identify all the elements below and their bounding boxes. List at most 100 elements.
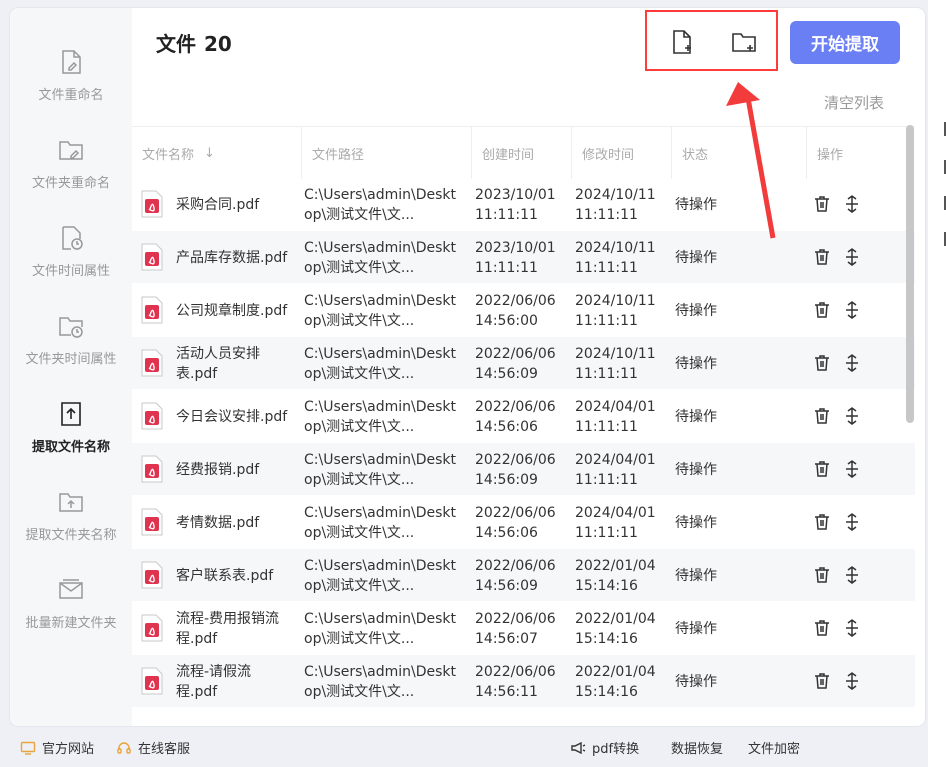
file-clock-icon bbox=[62, 226, 83, 250]
created-time-cell: 2022/06/06 14:56:00 bbox=[475, 292, 556, 329]
file-path-cell: C:\Users\admin\Desktop\测试文件\文... bbox=[304, 239, 456, 276]
created-time-cell: 2023/10/01 11:11:11 bbox=[475, 239, 556, 276]
status-cell: 待操作 bbox=[675, 249, 717, 266]
file-edit-icon bbox=[62, 50, 81, 74]
status-cell: 待操作 bbox=[675, 196, 717, 213]
website-icon bbox=[20, 741, 36, 755]
created-time-cell: 2022/06/06 14:56:11 bbox=[475, 663, 556, 700]
modified-time-cell: 2022/01/04 15:14:16 bbox=[575, 663, 656, 700]
sidebar-item-folder-time[interactable]: 文件夹时间属性 bbox=[10, 290, 132, 378]
add-file-button[interactable] bbox=[666, 26, 698, 58]
delete-icon[interactable] bbox=[812, 671, 832, 691]
sidebar-item-label: 文件时间属性 bbox=[31, 264, 110, 279]
file-name-cell: 流程-费用报销流程.pdf bbox=[176, 610, 280, 647]
pdf-convert-link[interactable]: pdf转换 bbox=[570, 738, 639, 757]
move-handle-icon[interactable] bbox=[842, 671, 862, 691]
pdf-file-icon bbox=[141, 455, 163, 483]
pdf-file-icon bbox=[141, 296, 163, 324]
move-handle-icon[interactable] bbox=[842, 194, 862, 214]
move-handle-icon[interactable] bbox=[842, 406, 862, 426]
file-name-cell: 公司规章制度.pdf bbox=[176, 302, 288, 319]
column-header-created: 创建时间 bbox=[472, 127, 572, 179]
delete-icon[interactable] bbox=[812, 565, 832, 585]
move-handle-icon[interactable] bbox=[842, 247, 862, 267]
sidebar-item-file-rename[interactable]: 文件重命名 bbox=[10, 26, 132, 114]
sidebar-item-extract-filename[interactable]: 提取文件名称 bbox=[10, 378, 132, 466]
sidebar-item-label: 批量新建文件夹 bbox=[25, 616, 117, 631]
column-header-filename[interactable]: 文件名称 ↓ bbox=[132, 127, 302, 179]
bottom-bar: 官方网站 在线客服 pdf转换 数据恢复 文件加密 bbox=[0, 730, 946, 767]
move-handle-icon[interactable] bbox=[842, 353, 862, 373]
table-row[interactable]: 客户联系表.pdf C:\Users\admin\Desktop\测试文件\文..… bbox=[132, 549, 915, 602]
add-folder-button[interactable] bbox=[728, 26, 760, 58]
file-name-cell: 采购合同.pdf bbox=[176, 196, 260, 213]
table-row[interactable]: 经费报销.pdf C:\Users\admin\Desktop\测试文件\文...… bbox=[132, 443, 915, 496]
table-row[interactable]: 产品库存数据.pdf C:\Users\admin\Desktop\测试文件\文.… bbox=[132, 231, 915, 284]
folder-edit-icon bbox=[59, 141, 83, 160]
sort-arrow-icon[interactable]: ↓ bbox=[204, 146, 215, 161]
status-cell: 待操作 bbox=[675, 514, 717, 531]
online-support-link[interactable]: 在线客服 bbox=[116, 738, 190, 757]
status-cell: 待操作 bbox=[675, 302, 717, 319]
move-handle-icon[interactable] bbox=[842, 300, 862, 320]
sidebar-item-label: 文件重命名 bbox=[38, 88, 104, 103]
delete-icon[interactable] bbox=[812, 247, 832, 267]
sidebar-item-extract-foldername[interactable]: 提取文件夹名称 bbox=[10, 466, 132, 554]
table-scrollbar[interactable] bbox=[906, 125, 914, 423]
table-row[interactable]: 采购合同.pdf C:\Users\admin\Desktop\测试文件\文...… bbox=[132, 178, 915, 231]
delete-icon[interactable] bbox=[812, 194, 832, 214]
modified-time-cell: 2024/10/11 11:11:11 bbox=[575, 345, 656, 382]
modified-time-cell: 2024/04/01 11:11:11 bbox=[575, 451, 656, 488]
data-recovery-link[interactable]: 数据恢复 bbox=[671, 738, 723, 757]
status-cell: 待操作 bbox=[675, 567, 717, 584]
start-extract-button[interactable]: 开始提取 bbox=[790, 21, 900, 64]
table-row[interactable]: 公司规章制度.pdf C:\Users\admin\Desktop\测试文件\文.… bbox=[132, 284, 915, 337]
column-header-path: 文件路径 bbox=[302, 127, 472, 179]
folder-upload-icon bbox=[59, 493, 83, 512]
file-path-cell: C:\Users\admin\Desktop\测试文件\文... bbox=[304, 345, 456, 382]
table-row[interactable]: 流程-费用报销流程.pdf C:\Users\admin\Desktop\测试文件… bbox=[132, 602, 915, 655]
table-row[interactable]: 活动人员安排表.pdf C:\Users\admin\Desktop\测试文件\文… bbox=[132, 337, 915, 390]
official-website-link[interactable]: 官方网站 bbox=[20, 738, 94, 757]
sidebar: 文件重命名 文件夹重命名 文件时间属性 文件夹时间属性 提取文件名称 提取文件夹… bbox=[10, 8, 132, 726]
delete-icon[interactable] bbox=[812, 300, 832, 320]
delete-icon[interactable] bbox=[812, 459, 832, 479]
file-path-cell: C:\Users\admin\Desktop\测试文件\文... bbox=[304, 451, 456, 488]
move-handle-icon[interactable] bbox=[842, 512, 862, 532]
table-body: 采购合同.pdf C:\Users\admin\Desktop\测试文件\文...… bbox=[132, 178, 915, 708]
folder-clock-icon bbox=[59, 317, 83, 338]
file-name-cell: 客户联系表.pdf bbox=[176, 567, 274, 584]
sidebar-item-batch-new-folder[interactable]: 批量新建文件夹 bbox=[10, 554, 132, 642]
file-path-cell: C:\Users\admin\Desktop\测试文件\文... bbox=[304, 663, 456, 700]
sidebar-item-file-time[interactable]: 文件时间属性 bbox=[10, 202, 132, 290]
delete-icon[interactable] bbox=[812, 512, 832, 532]
file-path-cell: C:\Users\admin\Desktop\测试文件\文... bbox=[304, 557, 456, 594]
modified-time-cell: 2024/10/11 11:11:11 bbox=[575, 292, 656, 329]
app-window: 文件重命名 文件夹重命名 文件时间属性 文件夹时间属性 提取文件名称 提取文件夹… bbox=[10, 8, 925, 726]
table-row[interactable]: 考情数据.pdf C:\Users\admin\Desktop\测试文件\文...… bbox=[132, 496, 915, 549]
clear-list-button[interactable]: 清空列表 bbox=[824, 92, 884, 113]
sidebar-item-label: 文件夹重命名 bbox=[31, 176, 110, 191]
pdf-file-icon bbox=[141, 349, 163, 377]
sidebar-item-folder-rename[interactable]: 文件夹重命名 bbox=[10, 114, 132, 202]
created-time-cell: 2022/06/06 14:56:07 bbox=[475, 610, 556, 647]
file-path-cell: C:\Users\admin\Desktop\测试文件\文... bbox=[304, 398, 456, 435]
table-row[interactable]: 今日会议安排.pdf C:\Users\admin\Desktop\测试文件\文.… bbox=[132, 390, 915, 443]
modified-time-cell: 2024/04/01 11:11:11 bbox=[575, 504, 656, 541]
sidebar-item-label: 文件夹时间属性 bbox=[25, 352, 117, 367]
move-handle-icon[interactable] bbox=[842, 459, 862, 479]
move-handle-icon[interactable] bbox=[842, 618, 862, 638]
support-label: 在线客服 bbox=[138, 742, 191, 757]
delete-icon[interactable] bbox=[812, 406, 832, 426]
column-label: 文件名称 bbox=[142, 147, 195, 163]
delete-icon[interactable] bbox=[812, 353, 832, 373]
column-header-status: 状态 bbox=[672, 127, 807, 179]
table-row[interactable]: 流程-请假流程.pdf C:\Users\admin\Desktop\测试文件\文… bbox=[132, 655, 915, 708]
column-header-modified: 修改时间 bbox=[572, 127, 672, 179]
move-handle-icon[interactable] bbox=[842, 565, 862, 585]
status-cell: 待操作 bbox=[675, 461, 717, 478]
right-panel-edge bbox=[928, 0, 946, 767]
website-label: 官方网站 bbox=[42, 742, 95, 757]
file-encrypt-link[interactable]: 文件加密 bbox=[748, 738, 800, 757]
delete-icon[interactable] bbox=[812, 618, 832, 638]
